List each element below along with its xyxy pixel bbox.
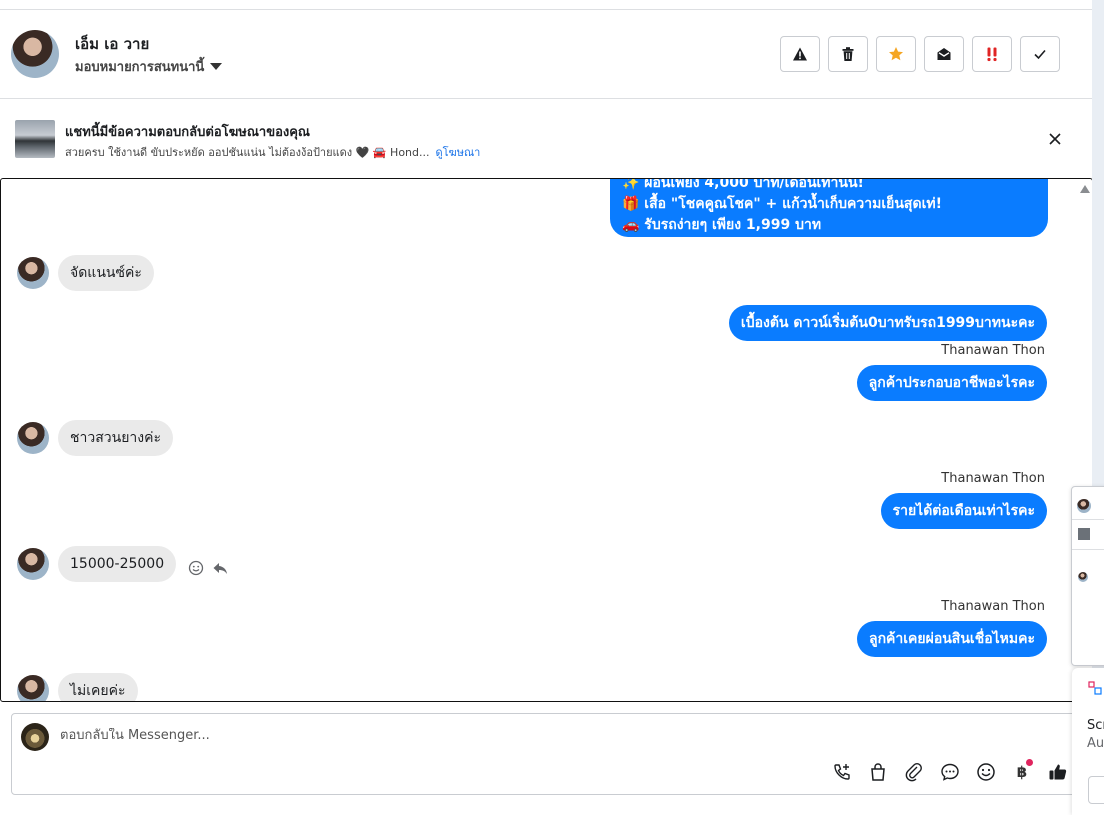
ad-banner-title: แชทนี้มีข้อความตอบกลับต่อโฆษณาของคุณ: [65, 125, 310, 140]
contact-avatar-mini: [1078, 572, 1088, 582]
smile-icon: [977, 763, 995, 781]
scroll-up-arrow-icon[interactable]: [1080, 185, 1090, 193]
floating-preview-window[interactable]: [1071, 486, 1104, 666]
attach-button[interactable]: [902, 760, 926, 784]
warning-icon: [793, 47, 807, 61]
view-ad-link[interactable]: ดูโฆษณา: [436, 146, 481, 159]
baht-icon: ฿: [1016, 763, 1028, 781]
ad-reply-banner: แชทนี้มีข้อความตอบกลับต่อโฆษณาของคุณ สวย…: [0, 99, 1092, 178]
message-thread[interactable]: ✨ ผ่อนเพียง 4,000 บาท/เดือนเท่านั้น! 🎁 เ…: [0, 178, 1093, 702]
message-line: 🚗 รับรถง่ายๆ เพียง 1,999 บาท: [622, 217, 822, 233]
card-subtitle: Au: [1087, 736, 1104, 751]
assign-label: มอบหมายการสนทนานี้: [75, 60, 205, 75]
incoming-message-row: จัดแนนซ์ค่ะ: [17, 255, 154, 291]
shop-button[interactable]: [866, 760, 890, 784]
message-actions: [188, 560, 228, 576]
ad-thumbnail-mini: [1078, 528, 1090, 540]
incoming-message-row: ชาวสวนยางค่ะ: [17, 420, 173, 456]
trash-icon: [842, 47, 854, 61]
card-button[interactable]: [1088, 776, 1104, 804]
star-button[interactable]: [876, 36, 916, 72]
contact-avatar-small: [17, 548, 49, 580]
close-icon: [1049, 133, 1061, 145]
reply-composer: ฿: [11, 713, 1092, 795]
assign-conversation-dropdown[interactable]: มอบหมายการสนทนานี้: [75, 56, 223, 77]
divider: [1072, 549, 1104, 550]
emoji-icon[interactable]: [188, 560, 204, 576]
message-line: 🎁 เสื้อ "โชคคูณโชค" + แก้วน้ำเก็บความเย็…: [622, 196, 942, 212]
ad-thumbnail[interactable]: [15, 120, 55, 158]
thumbs-up-icon: [1049, 764, 1067, 780]
sender-name: Thanawan Thon: [941, 343, 1045, 358]
reply-icon[interactable]: [212, 560, 228, 576]
card-title: Scr: [1087, 718, 1104, 733]
outgoing-message-bubble[interactable]: เบื้องต้น ดาวน์เริ่มต้น0บาทรับรถ1999บาทน…: [728, 305, 1047, 341]
delete-button[interactable]: [828, 36, 868, 72]
sender-name: Thanawan Thon: [941, 471, 1045, 486]
outgoing-message-bubble[interactable]: ✨ ผ่อนเพียง 4,000 บาท/เดือนเท่านั้น! 🎁 เ…: [610, 178, 1048, 237]
notification-dot: [1026, 759, 1033, 766]
call-add-icon: [834, 764, 850, 780]
urgent-icon: [987, 47, 997, 62]
inbox-conversation-view: เอ็ม เอ วาย มอบหมายการสนทนานี้ แชทนี้มีข…: [0, 0, 1093, 815]
contact-avatar-mini: [1077, 499, 1091, 513]
close-banner-button[interactable]: [1044, 128, 1066, 150]
ad-description-text: สวยครบ ใช้งานดี ขับประหยัด ออปชันแน่น ไม…: [65, 146, 430, 159]
contact-avatar-small: [17, 257, 49, 289]
reply-input[interactable]: [60, 728, 860, 743]
floating-notification-card[interactable]: Scr Au: [1072, 668, 1104, 815]
outgoing-message-bubble[interactable]: รายได้ต่อเดือนเท่าไรคะ: [880, 493, 1047, 529]
ad-banner-description: สวยครบ ใช้งานดี ขับประหยัด ออปชันแน่น ไม…: [65, 143, 480, 161]
header-actions: [780, 36, 1060, 72]
call-button[interactable]: [830, 760, 854, 784]
page-avatar: [21, 723, 49, 751]
incoming-message-bubble[interactable]: ไม่เคยค่ะ: [58, 673, 138, 701]
outgoing-message-bubble[interactable]: ลูกค้าเคยผ่อนสินเชื่อไหมคะ: [856, 621, 1047, 657]
mark-unread-button[interactable]: [924, 36, 964, 72]
app-icon: [1088, 681, 1102, 695]
contact-avatar-small: [17, 675, 49, 701]
contact-name[interactable]: เอ็ม เอ วาย: [75, 32, 149, 56]
saved-replies-button[interactable]: [938, 760, 962, 784]
incoming-message-bubble[interactable]: ชาวสวนยางค่ะ: [58, 420, 173, 456]
mail-open-icon: [937, 48, 951, 60]
incoming-message-bubble[interactable]: จัดแนนซ์ค่ะ: [58, 255, 154, 291]
contact-avatar[interactable]: [11, 30, 59, 78]
outgoing-message-bubble[interactable]: ลูกค้าประกอบอาชีพอะไรคะ: [856, 365, 1047, 401]
emoji-button[interactable]: [974, 760, 998, 784]
mark-urgent-button[interactable]: [972, 36, 1012, 72]
contact-avatar-small: [17, 422, 49, 454]
check-icon: [1034, 49, 1046, 60]
mark-spam-button[interactable]: [780, 36, 820, 72]
caret-down-icon: [210, 63, 223, 70]
sender-name: Thanawan Thon: [941, 599, 1045, 614]
shopping-bag-icon: [871, 763, 885, 781]
star-icon: [889, 47, 903, 61]
message-line: ✨ ผ่อนเพียง 4,000 บาท/เดือนเท่านั้น!: [622, 178, 864, 191]
attach-icon: [905, 763, 922, 782]
composer-tools: ฿: [830, 759, 1070, 784]
incoming-message-row: ไม่เคยค่ะ: [17, 673, 138, 701]
mark-done-button[interactable]: [1020, 36, 1060, 72]
incoming-message-row: 15000-25000: [17, 546, 228, 582]
conversation-header: เอ็ม เอ วาย มอบหมายการสนทนานี้: [0, 10, 1092, 99]
divider: [1072, 519, 1104, 520]
chat-icon: [941, 763, 959, 781]
top-strip: [0, 0, 1092, 10]
payment-button[interactable]: ฿: [1010, 759, 1034, 784]
like-button[interactable]: [1046, 760, 1070, 784]
incoming-message-bubble[interactable]: 15000-25000: [58, 546, 177, 582]
